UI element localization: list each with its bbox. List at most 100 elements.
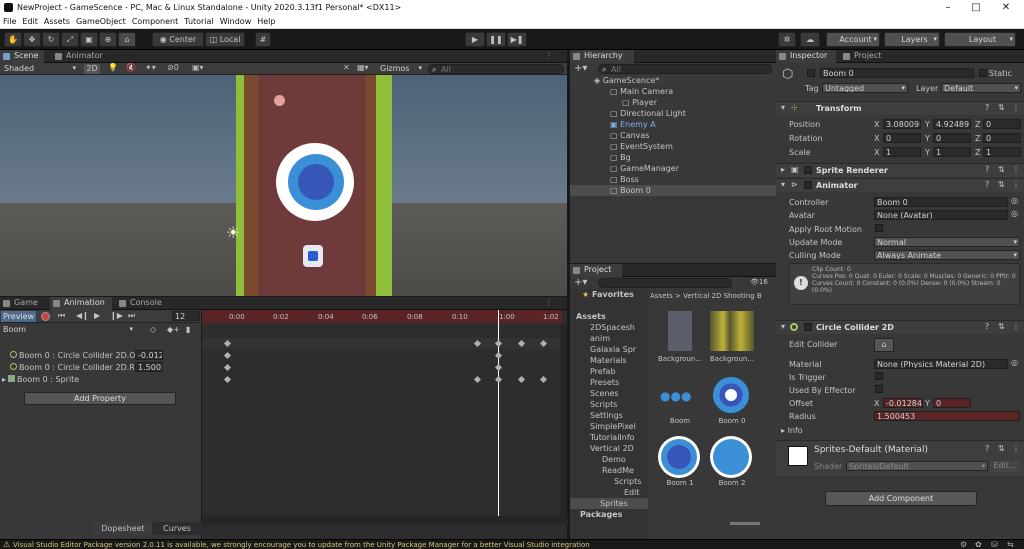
pivot-local-button[interactable]: ◫ Local <box>205 32 245 47</box>
last-key-icon[interactable]: ⏭ <box>128 311 135 321</box>
boom0-thumb[interactable] <box>713 377 749 413</box>
hidden-packages-icon[interactable]: 👁16 <box>750 278 768 286</box>
panel-menu-icon[interactable]: ⋮ <box>545 298 553 307</box>
pivot-center-button[interactable]: ◉ Center <box>152 32 204 47</box>
hierarchy-item[interactable]: ▢ GameManager <box>570 163 776 174</box>
component-menu-icon[interactable]: ⋮ <box>1012 444 1020 453</box>
preview-toggle[interactable]: Preview <box>1 311 36 322</box>
physics-material-field[interactable]: None (Physics Material 2D) <box>874 359 1008 369</box>
add-keyframe-icon[interactable]: ◇ <box>150 325 156 334</box>
frame-field[interactable]: 12 <box>172 311 200 321</box>
project-search-input[interactable] <box>598 278 732 288</box>
next-key-icon[interactable]: ❙▶ <box>110 311 123 320</box>
radius-input[interactable]: 1.500453 <box>874 411 1020 421</box>
tab-hierarchy[interactable]: Hierarchy <box>570 50 634 63</box>
offset-y-input[interactable]: 0 <box>933 398 971 408</box>
animator-header[interactable]: ▾ ⊳ Animator ? ⇅ ⋮ <box>776 178 1024 192</box>
hierarchy-item-selected[interactable]: ▢ Boom 0 <box>570 185 776 196</box>
keyframe[interactable] <box>223 363 232 372</box>
thumbnail-size-slider[interactable] <box>730 522 760 525</box>
record-icon[interactable] <box>41 312 50 321</box>
circle-collider-header[interactable]: ▾ Circle Collider 2D ? ⇅ ⋮ <box>776 320 1024 334</box>
scene-viewport[interactable]: ☀ <box>0 75 567 296</box>
scene-search-input[interactable]: ⌕ All <box>428 64 564 74</box>
hierarchy-search-input[interactable]: ⌕ All <box>598 64 772 74</box>
shading-mode-dropdown[interactable]: Shaded <box>2 64 78 74</box>
help-icon[interactable]: ? <box>985 444 989 453</box>
boom2-thumb[interactable] <box>713 439 749 475</box>
collider-checkbox[interactable] <box>804 323 812 331</box>
keyframe[interactable] <box>473 375 482 384</box>
controller-field[interactable]: Boom 0 <box>874 197 1008 207</box>
trigger-checkbox[interactable] <box>875 372 883 380</box>
preset-icon[interactable]: ⇅ <box>998 103 1005 112</box>
background-thumb[interactable] <box>710 311 754 351</box>
edit-collider-button[interactable]: ⌂ <box>874 338 894 352</box>
menu-help[interactable]: Help <box>254 15 278 28</box>
help-icon[interactable]: ? <box>985 103 989 112</box>
position-x-input[interactable]: 3.080098 <box>883 119 921 129</box>
tab-project[interactable]: Project <box>570 264 622 277</box>
animator-checkbox[interactable] <box>804 181 812 189</box>
cache-icon[interactable]: ⛁ <box>991 540 998 549</box>
dopesheet-area[interactable]: 0:00 0:02 0:04 0:06 0:08 0:10 1:00 1:02 … <box>94 310 568 539</box>
add-component-button[interactable]: Add Component <box>825 491 977 506</box>
minimize-icon[interactable]: – <box>938 1 958 14</box>
preset-icon[interactable]: ⇅ <box>998 322 1005 331</box>
lighting-icon[interactable]: 💡 <box>108 63 118 72</box>
scale-tool-icon[interactable]: ⤢ <box>61 32 79 47</box>
tab-game[interactable]: Game <box>0 297 44 310</box>
object-name-input[interactable]: Boom 0 <box>820 68 974 78</box>
avatar-field[interactable]: None (Avatar) <box>874 210 1008 220</box>
rotate-tool-icon[interactable]: ↻ <box>42 32 60 47</box>
keyframe[interactable] <box>223 351 232 360</box>
dopesheet-scrollbar[interactable] <box>560 324 567 516</box>
rect-tool-icon[interactable]: ▣ <box>80 32 98 47</box>
hand-tool-icon[interactable]: ✋ <box>4 32 22 47</box>
component-menu-icon[interactable]: ⋮ <box>1012 180 1020 189</box>
directional-light-icon[interactable]: ☀ <box>226 223 240 242</box>
tag-dropdown[interactable]: Untagged <box>822 83 908 93</box>
tab-project-inspector[interactable]: Project <box>840 50 892 63</box>
tree-item[interactable]: Packages <box>570 509 776 520</box>
collab-icon[interactable]: ✲ <box>778 32 796 47</box>
preset-icon[interactable]: ⇅ <box>998 180 1005 189</box>
project-breadcrumb[interactable]: Assets > Vertical 2D Shooting B <box>650 292 772 300</box>
hidden-objects-icon[interactable]: ⊘0 <box>167 63 179 72</box>
shader-edit-button[interactable]: Edit... <box>990 461 1020 472</box>
pause-button[interactable]: ❚❚ <box>486 32 506 47</box>
component-menu-icon[interactable]: ⋮ <box>1012 322 1020 331</box>
transform-tool-icon[interactable]: ⊕ <box>99 32 117 47</box>
effects-icon[interactable]: ✦▾ <box>145 63 156 72</box>
grid-visibility-icon[interactable]: ▦▾ <box>357 63 369 72</box>
tab-curves[interactable]: Curves <box>152 522 202 535</box>
menu-gameobject[interactable]: GameObject <box>73 15 129 28</box>
grid-snap-icon[interactable]: # <box>255 32 271 47</box>
cloud-icon[interactable]: ☁ <box>800 32 820 47</box>
prev-key-icon[interactable]: ◀❙ <box>76 311 89 320</box>
menu-file[interactable]: File <box>0 15 19 28</box>
menu-edit[interactable]: Edit <box>19 15 41 28</box>
keyframe[interactable] <box>494 375 503 384</box>
update-mode-dropdown[interactable]: Normal <box>874 237 1020 247</box>
object-picker-icon[interactable]: ◎ <box>1011 196 1018 205</box>
tree-item[interactable]: Edit <box>570 487 776 498</box>
menu-assets[interactable]: Assets <box>41 15 73 28</box>
property-row-offset[interactable]: Boom 0 : Circle Collider 2D.O <box>2 350 208 361</box>
gizmos-dropdown[interactable]: Gizmos <box>378 64 424 74</box>
account-dropdown[interactable]: Account <box>826 32 880 47</box>
tab-animation[interactable]: Animation <box>50 297 112 310</box>
maximize-icon[interactable]: □ <box>966 1 986 14</box>
component-menu-icon[interactable]: ⋮ <box>1012 103 1020 112</box>
collab-status-icon[interactable]: ⇆ <box>1007 540 1014 549</box>
audio-icon[interactable]: 🔇 <box>126 63 136 72</box>
play-icon[interactable]: ▶ <box>94 311 100 320</box>
create-plus-icon[interactable]: +▾ <box>574 277 587 288</box>
boom-sheet-thumb[interactable]: ●●● <box>660 389 691 403</box>
component-menu-icon[interactable]: ⋮ <box>1012 165 1020 174</box>
enemy-sprite[interactable] <box>274 95 285 106</box>
event-marker-icon[interactable]: ▮ <box>186 325 190 334</box>
effector-checkbox[interactable] <box>875 385 883 393</box>
tree-item-selected[interactable]: Sprites <box>570 498 648 509</box>
panel-menu-icon[interactable]: ⋮ <box>545 51 553 60</box>
